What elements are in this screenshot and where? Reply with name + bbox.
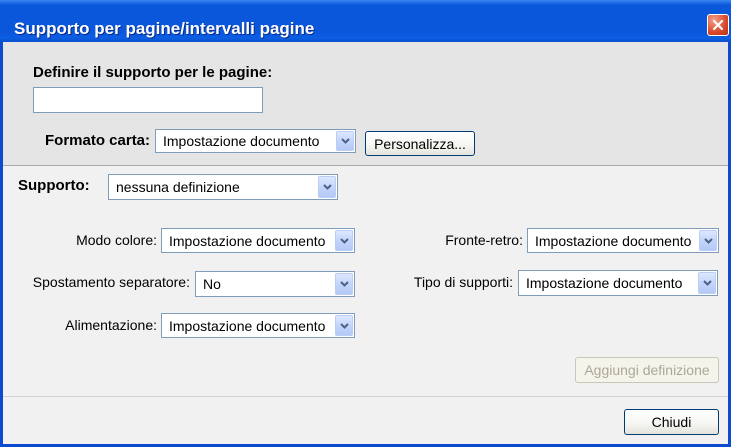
define-pages-input[interactable] <box>33 87 263 113</box>
paper-size-value: Impostazione documento <box>163 133 320 149</box>
duplex-select[interactable]: Impostazione documento <box>527 228 719 253</box>
paper-source-label: Alimentazione: <box>65 317 157 333</box>
define-pages-label: Definire il supporto per le pagine: <box>33 64 273 81</box>
paper-size-label: Formato carta: <box>45 132 151 149</box>
duplex-label: Fronte-retro: <box>445 232 523 248</box>
paper-source-value: Impostazione documento <box>169 317 326 334</box>
color-mode-dropdown-button[interactable] <box>335 230 353 251</box>
customize-button[interactable]: Personalizza... <box>365 131 475 156</box>
tab-shift-label: Spostamento separatore: <box>32 274 190 290</box>
chevron-down-icon <box>703 237 713 244</box>
tab-shift-select[interactable]: No <box>195 271 355 297</box>
tab-shift-dropdown-button[interactable] <box>335 273 353 295</box>
paper-size-select[interactable]: Impostazione documento <box>155 129 356 153</box>
media-select[interactable]: nessuna definizione <box>108 174 338 200</box>
add-definition-button[interactable]: Aggiungi definizione <box>575 357 719 383</box>
media-type-dropdown-button[interactable] <box>698 272 716 294</box>
color-mode-select[interactable]: Impostazione documento <box>161 228 355 253</box>
chevron-down-icon <box>322 184 332 190</box>
chevron-down-icon <box>340 138 350 144</box>
paper-source-select[interactable]: Impostazione documento <box>161 313 355 338</box>
media-dropdown-button[interactable] <box>318 176 336 198</box>
media-value: nessuna definizione <box>116 179 240 195</box>
color-mode-value: Impostazione documento <box>169 232 326 249</box>
title-bar[interactable]: Supporto per pagine/intervalli pagine <box>0 0 731 42</box>
duplex-dropdown-button[interactable] <box>699 230 717 251</box>
chevron-down-icon <box>339 281 349 287</box>
chevron-down-icon <box>339 237 349 244</box>
color-mode-label: Modo colore: <box>76 232 157 248</box>
duplex-value: Impostazione documento <box>535 232 692 249</box>
media-type-select[interactable]: Impostazione documento <box>518 270 718 296</box>
dialog-title: Supporto per pagine/intervalli pagine <box>14 19 315 38</box>
media-type-label: Tipo di supporti: <box>413 274 513 290</box>
close-dialog-button[interactable]: Chiudi <box>624 409 719 435</box>
paper-source-dropdown-button[interactable] <box>335 315 353 336</box>
paper-size-dropdown-button[interactable] <box>336 131 354 151</box>
tab-shift-value: No <box>203 276 221 292</box>
chevron-down-icon <box>702 280 712 286</box>
dialog-window: Supporto per pagine/intervalli pagine De… <box>0 0 731 447</box>
media-type-value: Impostazione documento <box>526 275 683 291</box>
close-icon <box>712 19 724 31</box>
chevron-down-icon <box>339 322 349 329</box>
media-label: Supporto: <box>18 177 90 194</box>
close-button[interactable] <box>707 14 729 36</box>
footer-divider <box>3 396 728 397</box>
